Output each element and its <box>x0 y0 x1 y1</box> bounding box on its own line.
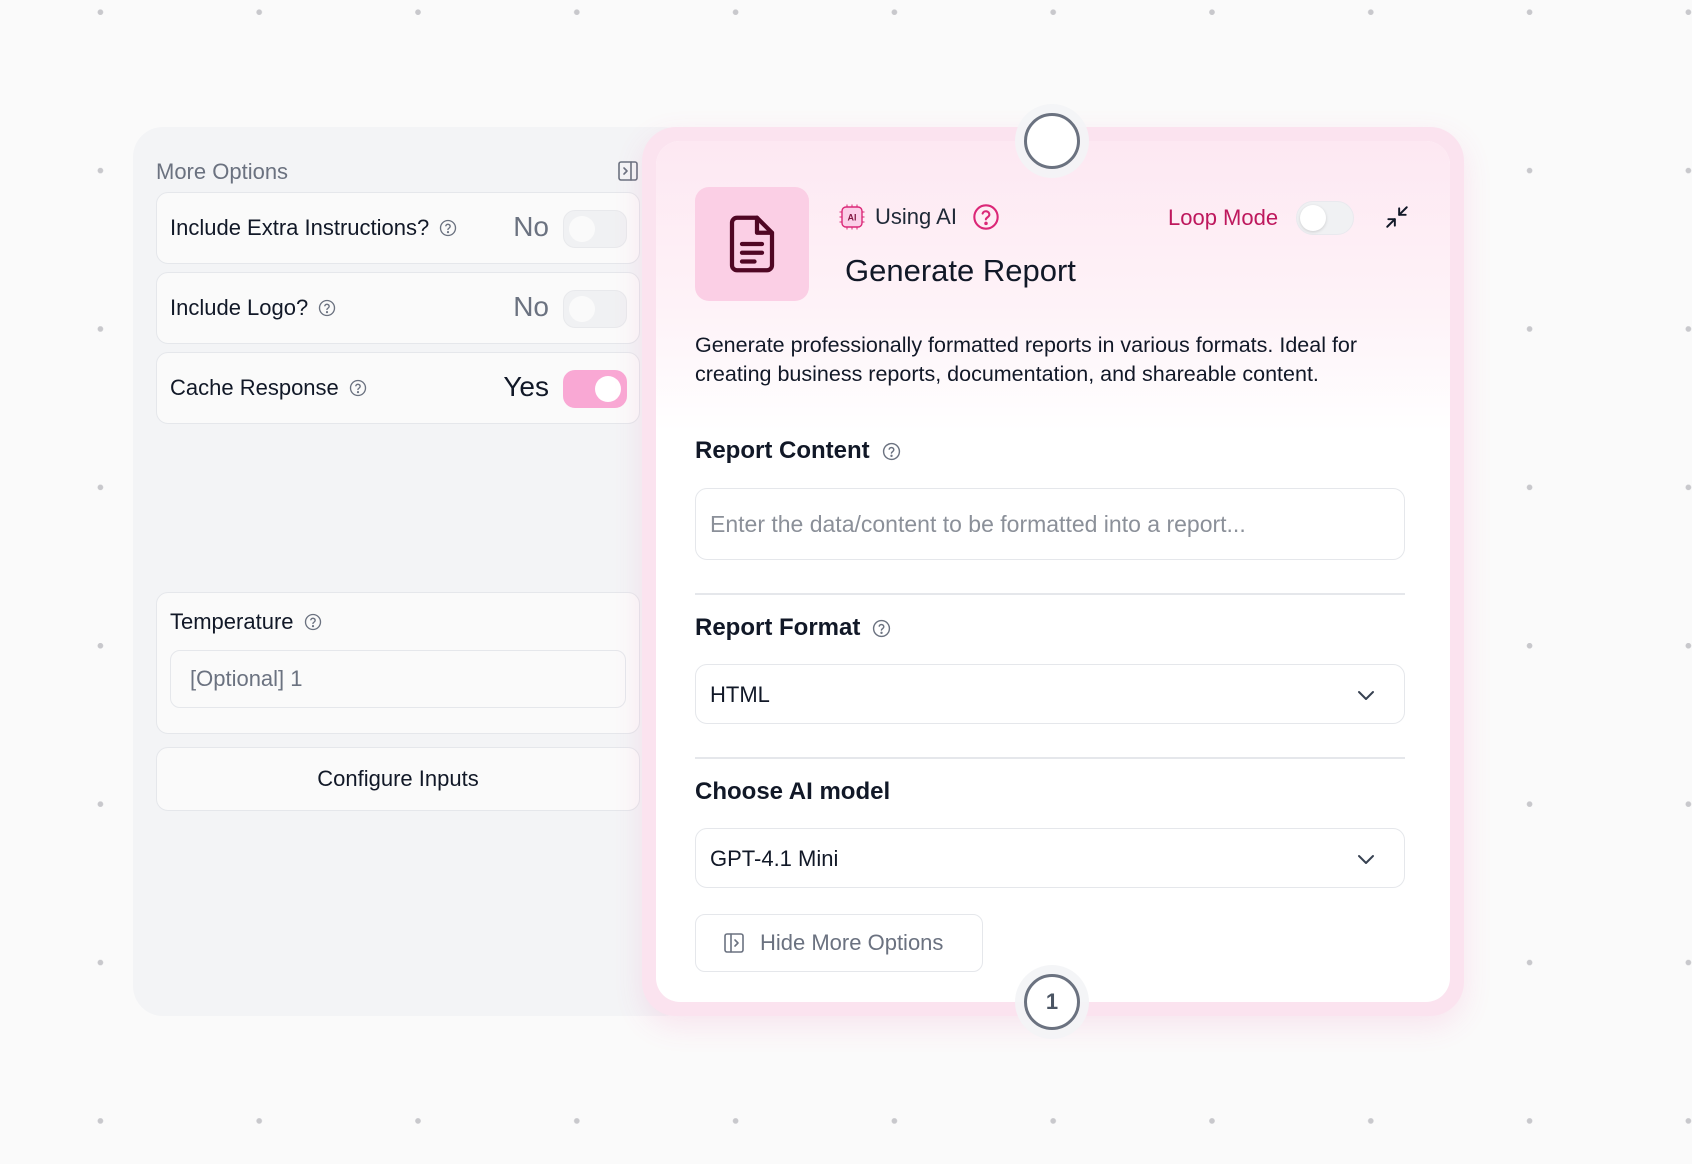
ai-help-icon[interactable] <box>972 203 1000 231</box>
input-handle-ring <box>1015 104 1089 178</box>
panel-expand-icon <box>724 933 744 953</box>
hide-more-options-button[interactable]: Hide More Options <box>695 914 983 972</box>
temperature-label-text: Temperature <box>170 609 294 634</box>
option-label-text: Include Logo? <box>170 295 309 320</box>
panel-collapse-icon[interactable] <box>616 159 640 183</box>
report-format-select[interactable]: HTML <box>695 664 1405 724</box>
help-icon[interactable] <box>439 219 457 237</box>
report-content-label-text: Report Content <box>695 437 870 464</box>
option-row-include-logo: Include Logo? No <box>156 272 640 344</box>
option-value: Yes <box>503 371 549 402</box>
ai-model-label-text: Choose AI model <box>695 778 891 805</box>
option-label: Include Extra Instructions? <box>170 215 457 241</box>
report-content-label: Report Content <box>695 437 901 465</box>
section-divider <box>695 593 1405 595</box>
help-icon[interactable] <box>872 619 891 638</box>
node-title: Generate Report <box>845 253 1076 288</box>
loop-mode-label: Loop Mode <box>1168 205 1279 230</box>
report-format-value: HTML <box>710 682 770 707</box>
more-options-title: More Options <box>156 159 289 184</box>
node-card-body: AI Using AI Loop Mode Generate Report Ge… <box>656 141 1450 1002</box>
toggle-knob <box>569 296 595 322</box>
ai-model-label: Choose AI model <box>695 778 890 806</box>
option-label: Cache Response <box>170 375 367 401</box>
option-label-text: Include Extra Instructions? <box>170 215 430 240</box>
toggle-knob <box>595 376 621 402</box>
node-description: Generate professionally formatted report… <box>695 333 1358 386</box>
loop-mode-toggle[interactable] <box>1296 201 1354 235</box>
ai-chip-icon: AI <box>839 204 865 230</box>
temperature-section: Temperature <box>156 592 640 734</box>
minimize-icon[interactable] <box>1384 204 1410 230</box>
section-divider <box>695 757 1405 759</box>
node-icon-tile <box>695 187 809 301</box>
help-icon[interactable] <box>304 613 322 631</box>
ai-model-value: GPT-4.1 Mini <box>710 846 839 871</box>
option-label: Include Logo? <box>170 295 336 321</box>
document-icon <box>729 215 775 273</box>
toggle-knob <box>569 216 595 242</box>
option-row-cache-response: Cache Response Yes <box>156 352 640 424</box>
temperature-input[interactable] <box>170 650 626 708</box>
report-format-label-text: Report Format <box>695 614 861 641</box>
output-handle[interactable]: 1 <box>1024 974 1080 1030</box>
configure-inputs-button[interactable]: Configure Inputs <box>156 747 640 811</box>
more-options-header: More Options <box>156 157 640 187</box>
chevron-down-icon <box>1358 691 1374 700</box>
option-value: No <box>513 211 549 242</box>
chevron-down-icon <box>1358 855 1374 864</box>
help-icon[interactable] <box>349 379 367 397</box>
report-format-label: Report Format <box>695 614 891 642</box>
help-icon[interactable] <box>882 442 901 461</box>
help-icon[interactable] <box>318 299 336 317</box>
cache-response-toggle[interactable] <box>563 370 627 408</box>
toggle-knob <box>1300 205 1326 231</box>
generate-report-node[interactable]: AI Using AI Loop Mode Generate Report Ge… <box>642 127 1464 1016</box>
ai-badge-text: AI <box>848 213 857 223</box>
temperature-label: Temperature <box>170 609 322 635</box>
ai-model-select[interactable]: GPT-4.1 Mini <box>695 828 1405 888</box>
more-options-panel: More Options Include Extra Instructions?… <box>133 127 693 1016</box>
output-handle-ring: 1 <box>1015 965 1089 1039</box>
include-extra-instructions-toggle[interactable] <box>563 210 627 248</box>
input-handle[interactable] <box>1024 113 1080 169</box>
option-value: No <box>513 291 549 322</box>
report-content-input[interactable] <box>695 488 1405 560</box>
using-ai-label: Using AI <box>875 204 957 229</box>
include-logo-toggle[interactable] <box>563 290 627 328</box>
hide-more-options-label: Hide More Options <box>760 930 944 955</box>
option-row-include-extra-instructions: Include Extra Instructions? No <box>156 192 640 264</box>
option-label-text: Cache Response <box>170 375 339 400</box>
